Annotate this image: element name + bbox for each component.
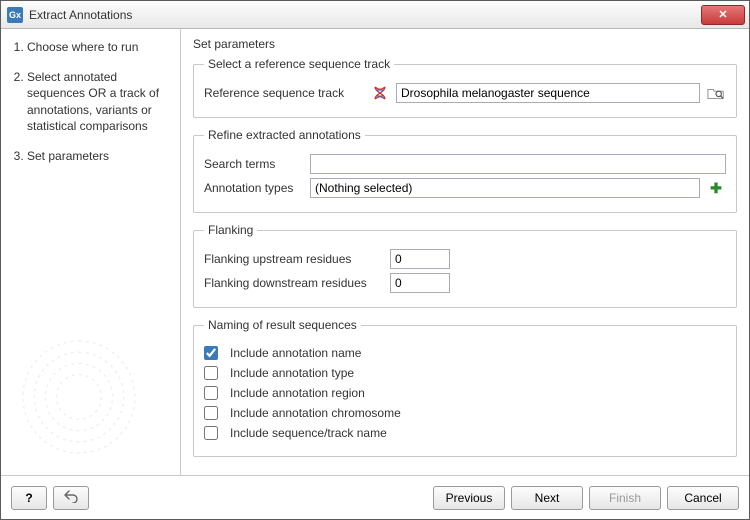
wizard-steps-list: Choose where to run Select annotated seq… (9, 39, 172, 178)
plus-icon: ✚ (710, 181, 722, 195)
reset-button[interactable] (53, 486, 89, 510)
main-panel: Set parameters Select a reference sequen… (181, 29, 749, 475)
section-flanking: Flanking Flanking upstream residues Flan… (193, 223, 737, 308)
page-title: Set parameters (193, 37, 737, 51)
annotation-types-input[interactable] (310, 178, 700, 198)
flanking-upstream-input[interactable] (390, 249, 450, 269)
dialog-body: Choose where to run Select annotated seq… (1, 29, 749, 475)
close-icon: ✕ (718, 8, 727, 21)
include-sequence-track-name-label: Include sequence/track name (230, 426, 387, 440)
window-title: Extract Annotations (29, 8, 701, 22)
section-flanking-legend: Flanking (204, 223, 257, 237)
section-reference: Select a reference sequence track Refere… (193, 57, 737, 118)
wizard-step-2: Select annotated sequences OR a track of… (27, 69, 172, 134)
section-refine: Refine extracted annotations Search term… (193, 128, 737, 213)
wizard-step-1: Choose where to run (27, 39, 172, 55)
reference-track-label: Reference sequence track (204, 86, 364, 100)
naming-option-row: Include annotation region (204, 386, 726, 400)
search-terms-input[interactable] (310, 154, 726, 174)
annotation-types-label: Annotation types (204, 181, 304, 195)
previous-button[interactable]: Previous (433, 486, 505, 510)
search-terms-row: Search terms (204, 154, 726, 174)
section-refine-legend: Refine extracted annotations (204, 128, 365, 142)
close-button[interactable]: ✕ (701, 5, 745, 25)
annotation-types-row: Annotation types ✚ (204, 178, 726, 198)
include-annotation-type-label: Include annotation type (230, 366, 354, 380)
include-annotation-name-label: Include annotation name (230, 346, 361, 360)
decorative-swirl (9, 327, 149, 467)
include-annotation-chromosome-checkbox[interactable] (204, 406, 218, 420)
dna-track-icon (370, 83, 390, 103)
flanking-downstream-row: Flanking downstream residues (204, 273, 726, 293)
naming-option-row: Include annotation type (204, 366, 726, 380)
naming-option-row: Include annotation name (204, 346, 726, 360)
flanking-downstream-label: Flanking downstream residues (204, 276, 384, 290)
dialog-footer: ? Previous Next Finish Cancel (1, 475, 749, 519)
cancel-button[interactable]: Cancel (667, 486, 739, 510)
undo-arrow-icon (63, 489, 79, 503)
help-icon: ? (25, 491, 32, 505)
browse-track-button[interactable] (706, 83, 726, 103)
include-annotation-name-checkbox[interactable] (204, 346, 218, 360)
include-sequence-track-name-checkbox[interactable] (204, 426, 218, 440)
app-icon: Gx (7, 7, 23, 23)
include-annotation-chromosome-label: Include annotation chromosome (230, 406, 401, 420)
include-annotation-type-checkbox[interactable] (204, 366, 218, 380)
naming-option-row: Include annotation chromosome (204, 406, 726, 420)
section-naming: Naming of result sequences Include annot… (193, 318, 737, 457)
finish-button: Finish (589, 486, 661, 510)
title-bar: Gx Extract Annotations ✕ (1, 1, 749, 29)
help-button[interactable]: ? (11, 486, 47, 510)
section-reference-legend: Select a reference sequence track (204, 57, 394, 71)
include-annotation-region-checkbox[interactable] (204, 386, 218, 400)
naming-option-row: Include sequence/track name (204, 426, 726, 440)
next-button[interactable]: Next (511, 486, 583, 510)
wizard-step-3: Set parameters (27, 148, 172, 164)
section-naming-legend: Naming of result sequences (204, 318, 361, 332)
wizard-steps-sidebar: Choose where to run Select annotated seq… (1, 29, 181, 475)
reference-track-row: Reference sequence track (204, 83, 726, 103)
add-annotation-type-button[interactable]: ✚ (706, 178, 726, 198)
dialog-window: Gx Extract Annotations ✕ Choose where to… (0, 0, 750, 520)
flanking-downstream-input[interactable] (390, 273, 450, 293)
search-terms-label: Search terms (204, 157, 304, 171)
include-annotation-region-label: Include annotation region (230, 386, 365, 400)
reference-track-input[interactable] (396, 83, 700, 103)
flanking-upstream-row: Flanking upstream residues (204, 249, 726, 269)
flanking-upstream-label: Flanking upstream residues (204, 252, 384, 266)
